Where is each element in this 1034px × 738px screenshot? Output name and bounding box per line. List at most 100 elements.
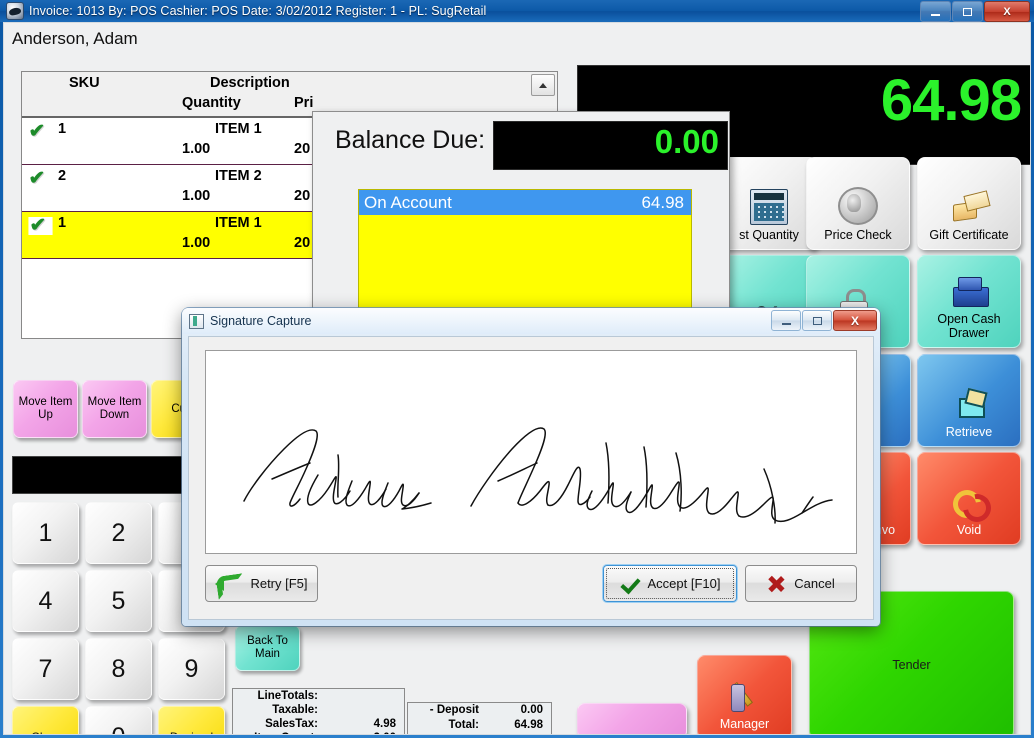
- numpad-decimal-button[interactable]: Decimal: [158, 706, 225, 734]
- void-label: Void: [956, 523, 982, 537]
- cancel-button[interactable]: Cancel: [745, 565, 857, 602]
- cash-register-icon: [951, 275, 989, 309]
- signature-dialog-title: Signature Capture: [210, 314, 312, 328]
- accept-label: Accept [F10]: [647, 576, 721, 591]
- cell-sku: 2: [58, 168, 67, 184]
- manager-icon: [727, 680, 763, 714]
- signature-window-controls: X: [771, 310, 877, 331]
- move-item-up-button[interactable]: Move Item Up: [13, 380, 78, 438]
- numpad-key-4[interactable]: 4: [12, 570, 79, 632]
- totals-row: SalesTax: 4.98: [233, 717, 404, 731]
- window-title: Invoice: 1013 By: POS Cashier: POS Date:…: [29, 4, 487, 18]
- adjust-quantity-label: st Quantity: [739, 228, 799, 242]
- row-check-icon: ✔: [28, 121, 46, 142]
- cell-sku: 1: [58, 215, 67, 231]
- price-check-label: Price Check: [824, 228, 892, 242]
- signature-dialog-titlebar: Signature Capture X: [182, 308, 880, 334]
- retrieve-label: Retrieve: [945, 425, 993, 439]
- totals-row: Total: 64.98: [408, 718, 551, 733]
- numpad-key-7[interactable]: 7: [12, 638, 79, 700]
- totals-panel-left: LineTotals: Taxable: SalesTax: 4.98 Item…: [232, 688, 405, 734]
- salestax-value: 4.98: [373, 718, 396, 730]
- accept-button[interactable]: Accept [F10]: [603, 565, 737, 602]
- cell-price: 20: [294, 141, 311, 157]
- balance-due-label: Balance Due:: [335, 126, 486, 154]
- pos-application-window: Invoice: 1013 By: POS Cashier: POS Date:…: [0, 0, 1034, 738]
- cell-quantity: 1.00: [182, 141, 211, 157]
- linetotals-label: LineTotals:: [257, 690, 318, 702]
- coin-icon: [838, 187, 878, 225]
- cell-sku: 1: [58, 121, 67, 137]
- move-item-down-label: Move Item Down: [87, 396, 142, 421]
- salestax-label: SalesTax:: [265, 718, 318, 730]
- signature-minimize-button[interactable]: [771, 310, 801, 331]
- manager-label: Manager: [719, 717, 770, 731]
- maximize-button[interactable]: [952, 1, 983, 22]
- adjust-quantity-button[interactable]: st Quantity: [720, 157, 818, 250]
- total-label: Total:: [448, 719, 479, 731]
- itemcount-value: 3.00: [374, 731, 396, 734]
- payment-method-amount: 64.98: [641, 193, 684, 212]
- tender-label: Tender: [892, 658, 931, 672]
- retry-button[interactable]: Retry [F5]: [205, 565, 318, 602]
- maximize-icon: [812, 316, 822, 325]
- customer-name: Anderson, Adam: [12, 29, 138, 48]
- close-button[interactable]: X: [984, 1, 1030, 22]
- totals-row: LineTotals:: [233, 689, 404, 703]
- manager-button[interactable]: Manager: [697, 655, 792, 734]
- move-item-up-label: Move Item Up: [18, 396, 73, 421]
- signature-dialog-body: Retry [F5] Accept [F10] Cancel: [188, 336, 874, 620]
- client-area: Anderson, Adam SKU Description Quantity …: [3, 22, 1031, 735]
- signature-canvas[interactable]: [205, 350, 857, 554]
- window-titlebar: Invoice: 1013 By: POS Cashier: POS Date:…: [0, 0, 1034, 22]
- cell-quantity: 1.00: [182, 188, 211, 204]
- grid-scroll-up-button[interactable]: [531, 74, 555, 96]
- move-item-down-button[interactable]: Move Item Down: [82, 380, 147, 438]
- signature-maximize-button[interactable]: [802, 310, 832, 331]
- balance-due-dialog: Balance Due: 0.00 On Account 64.98: [312, 111, 730, 329]
- back-to-main-label: Back To Main: [247, 635, 288, 660]
- retry-arrow-icon: [215, 574, 241, 594]
- column-header-quantity: Quantity: [182, 95, 241, 111]
- close-x-icon: [767, 575, 785, 593]
- retrieve-icon: [951, 388, 987, 422]
- column-header-price: Pri: [294, 95, 314, 111]
- window-controls: X: [920, 1, 1030, 22]
- minimize-button[interactable]: [920, 1, 951, 22]
- payment-list-item-selected[interactable]: On Account 64.98: [359, 190, 691, 215]
- retrieve-button[interactable]: Retrieve: [917, 354, 1021, 447]
- balance-due-amount-box: 0.00: [493, 121, 728, 170]
- void-button[interactable]: Void: [917, 452, 1021, 545]
- row-check-icon: ✔: [28, 216, 53, 235]
- payment-method-name: On Account: [364, 193, 452, 212]
- payment-list[interactable]: On Account 64.98: [358, 189, 692, 319]
- gift-certificate-button[interactable]: Gift Certificate: [917, 157, 1021, 250]
- itemcount-label: Item Count:: [254, 731, 318, 734]
- totals-row: - Deposit 0.00: [408, 703, 551, 718]
- totals-panel-right: - Deposit 0.00 Total: 64.98: [407, 702, 552, 734]
- minimize-icon: [931, 13, 940, 16]
- numpad-key-5[interactable]: 5: [85, 570, 152, 632]
- cell-price: 20: [294, 188, 311, 204]
- open-cash-drawer-button[interactable]: Open Cash Drawer: [917, 255, 1021, 348]
- signature-app-icon: [189, 313, 204, 329]
- column-header-sku: SKU: [69, 75, 100, 91]
- cell-description: ITEM 1: [215, 121, 262, 137]
- row-check-icon: ✔: [28, 168, 46, 189]
- minimize-icon: [781, 322, 791, 325]
- numpad-key-8[interactable]: 8: [85, 638, 152, 700]
- balance-due-amount: 0.00: [654, 123, 719, 160]
- numpad-key-1[interactable]: 1: [12, 502, 79, 564]
- deposit-value: 0.00: [520, 704, 543, 716]
- pink-function-button[interactable]: [577, 703, 687, 734]
- column-header-description: Description: [210, 75, 290, 91]
- numpad-key-9[interactable]: 9: [158, 638, 225, 700]
- total-value: 64.98: [514, 719, 543, 731]
- price-check-button[interactable]: Price Check: [806, 157, 910, 250]
- numpad-key-0[interactable]: 0: [85, 706, 152, 734]
- calculator-icon: [750, 189, 788, 225]
- numpad-clear-button[interactable]: Clear: [12, 706, 79, 734]
- numpad-key-2[interactable]: 2: [85, 502, 152, 564]
- back-to-main-button[interactable]: Back To Main: [235, 625, 300, 671]
- signature-close-button[interactable]: X: [833, 310, 877, 331]
